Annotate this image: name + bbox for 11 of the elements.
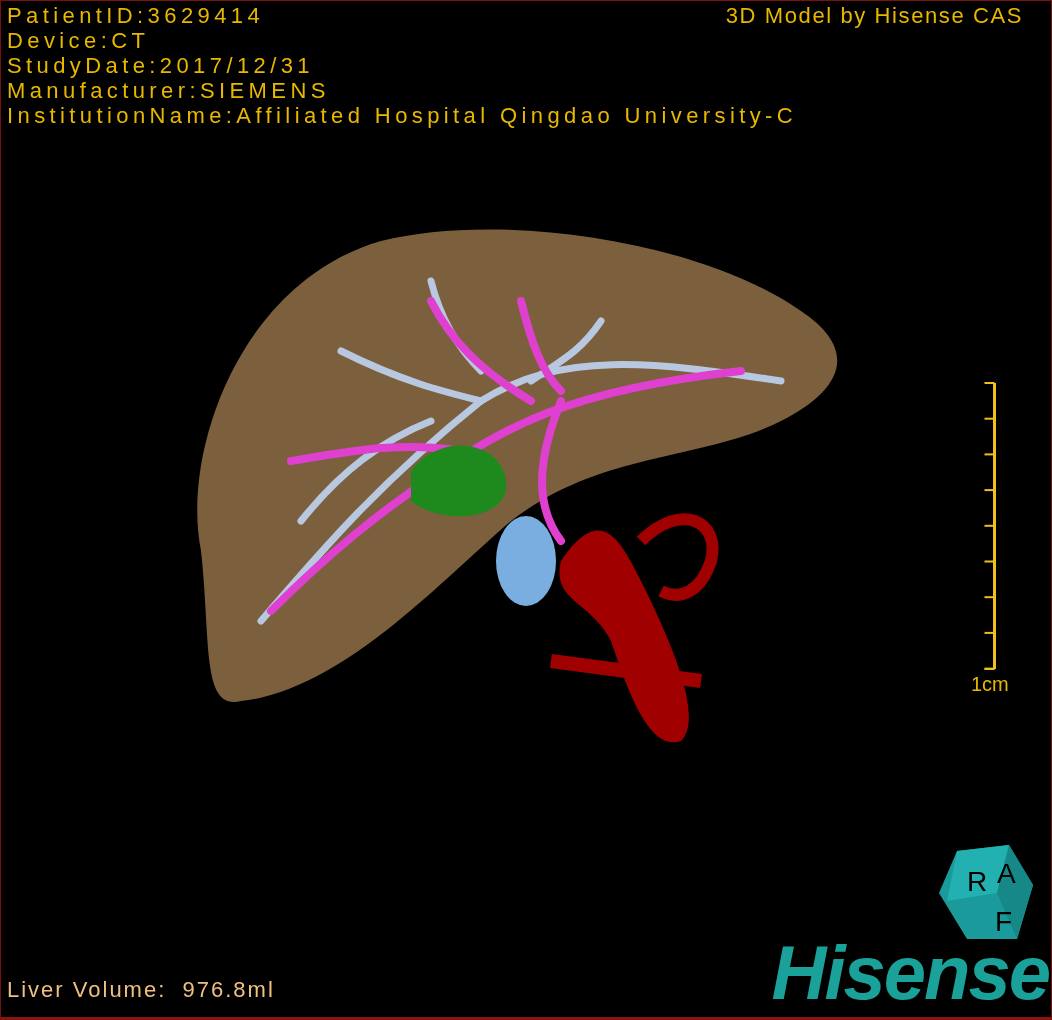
liver-volume-text: Liver Volume: 976.8ml: [7, 977, 275, 1003]
info-text: StudyDate:2017/12/31: [7, 53, 314, 78]
cube-face-label: A: [997, 858, 1016, 889]
window-title: 3D Model by Hisense CAS: [725, 3, 1023, 28]
info-text: Device:CT: [7, 28, 150, 53]
info-text: PatientID:3629414: [7, 3, 265, 28]
info-text: Manufacturer:SIEMENS: [7, 78, 330, 103]
scale-label: 1cm: [971, 673, 1009, 695]
info-text: InstitutionName:Affiliated Hospital Qingdao University-C: [7, 103, 798, 128]
cube-face-label: R: [967, 866, 988, 897]
scale-bar-icon: [983, 381, 996, 671]
